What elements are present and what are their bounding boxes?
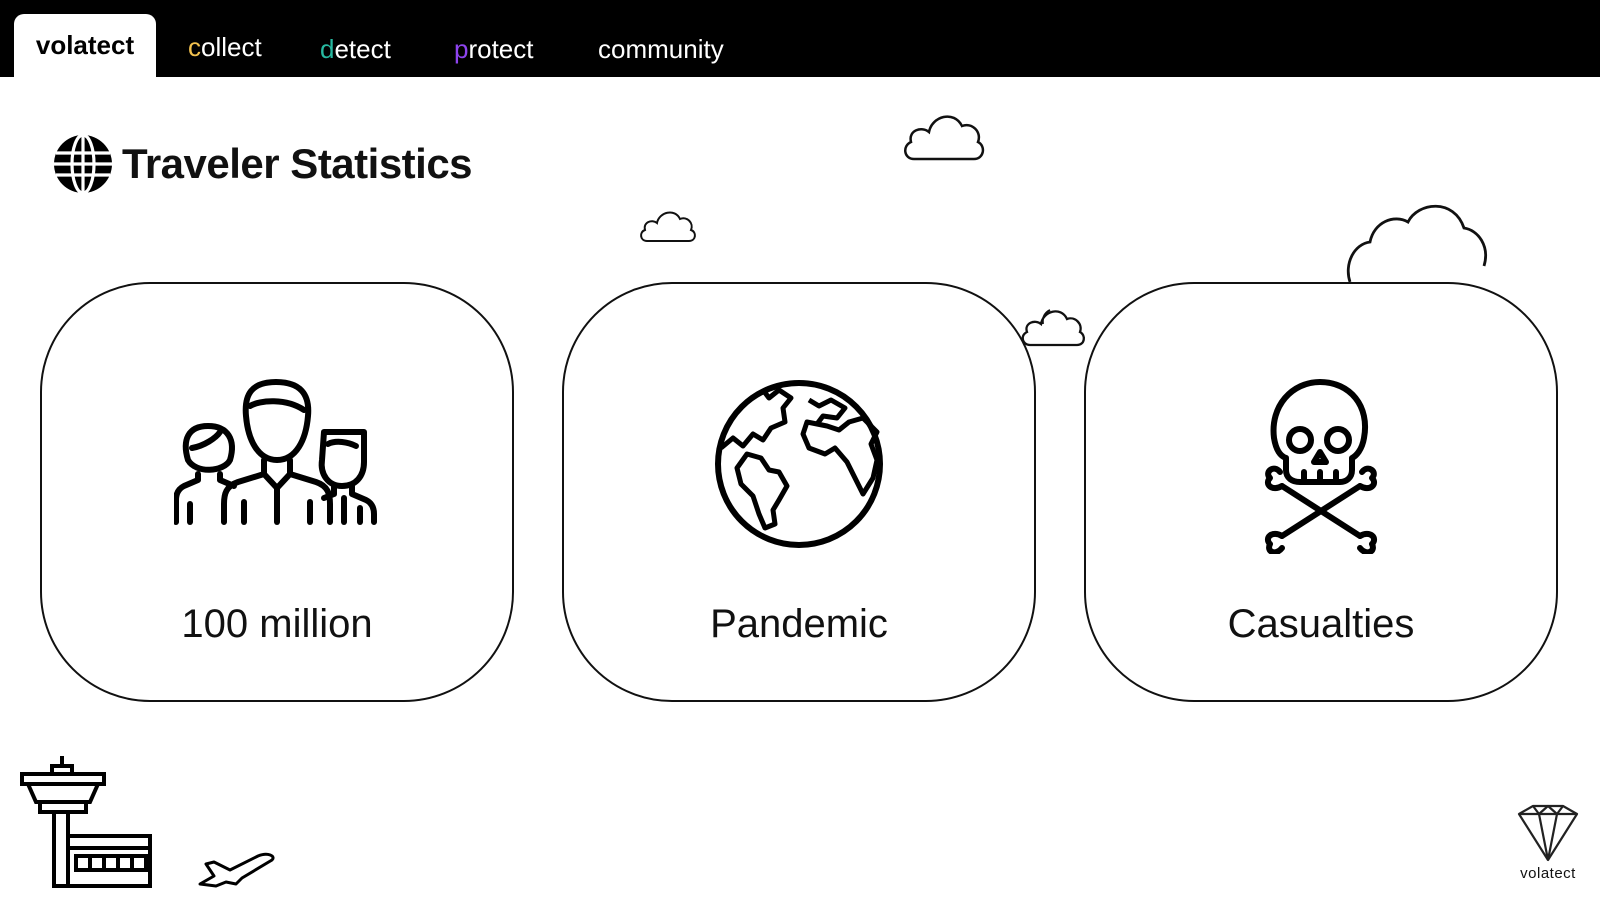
logo-text: volatect: [1520, 865, 1576, 882]
tab-collect[interactable]: collect: [188, 16, 262, 78]
cloud-icon: [640, 211, 696, 242]
tab-volatect[interactable]: volatect: [14, 14, 156, 77]
stat-card-casualties-label: Casualties: [1227, 602, 1415, 646]
earth-icon: [715, 380, 883, 548]
stat-card-travelers[interactable]: 100 million: [40, 282, 514, 702]
page-title: Traveler Statistics: [122, 140, 473, 187]
volatect-logo[interactable]: volatect: [1500, 800, 1596, 882]
control-tower-icon: [20, 756, 152, 888]
tab-detect-accent-letter: d: [320, 34, 335, 64]
people-group-icon: [174, 379, 377, 525]
tab-collect-label-rest: ollect: [201, 32, 262, 62]
stat-card-travelers-label: 100 million: [181, 602, 373, 646]
tab-detect[interactable]: detect: [320, 18, 391, 80]
tab-protect-accent-letter: p: [454, 34, 469, 64]
cloud-icon: [1346, 204, 1487, 283]
cloud-icon: [1021, 309, 1085, 347]
tab-volatect-label: volatect: [35, 30, 135, 60]
stat-card-pandemic-label: Pandemic: [710, 602, 888, 646]
tab-protect[interactable]: protect: [454, 18, 534, 80]
tab-community[interactable]: community: [598, 18, 724, 80]
stat-card-pandemic[interactable]: Pandemic: [562, 282, 1036, 702]
top-nav-bar: volatect collect detect protect communit…: [0, 0, 1600, 77]
globe-icon: [54, 133, 112, 195]
stat-card-casualties[interactable]: Casualties: [1084, 282, 1558, 702]
tab-community-label: community: [598, 34, 724, 64]
page-heading: Traveler Statistics: [52, 132, 473, 196]
skull-crossbones-icon: [1264, 379, 1378, 554]
diamond-logo-icon: [1517, 804, 1579, 862]
cloud-icon: [904, 115, 985, 161]
tab-detect-label-rest: etect: [334, 34, 391, 64]
airplane-icon: [198, 852, 275, 888]
tab-protect-label-rest: rotect: [468, 34, 534, 64]
tab-collect-accent-letter: c: [188, 32, 201, 62]
